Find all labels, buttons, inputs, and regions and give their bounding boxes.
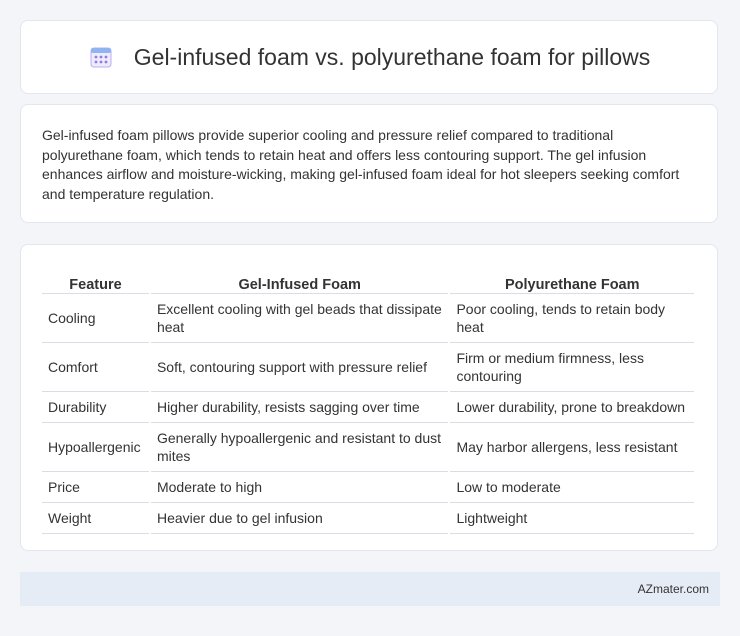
gel-cell: Excellent cooling with gel beads that di… (150, 294, 449, 343)
gel-cell: Soft, contouring support with pressure r… (150, 343, 449, 392)
feature-cell: Hypoallergenic (42, 423, 149, 472)
polyurethane-cell: Lightweight (450, 503, 694, 534)
table-row: Price Moderate to high Low to moderate (42, 472, 694, 503)
header-polyurethane-foam: Polyurethane Foam (450, 265, 694, 294)
gel-cell: Heavier due to gel infusion (150, 503, 449, 534)
header-feature: Feature (42, 265, 149, 294)
feature-cell: Weight (42, 503, 149, 534)
feature-cell: Cooling (42, 294, 149, 343)
table-row: Cooling Excellent cooling with gel beads… (42, 294, 694, 343)
feature-cell: Durability (42, 392, 149, 423)
feature-cell: Comfort (42, 343, 149, 392)
comparison-table-card: Feature Gel-Infused Foam Polyurethane Fo… (20, 244, 718, 551)
footer-bar: AZmater.com (20, 572, 720, 606)
table-row: Hypoallergenic Generally hypoallergenic … (42, 423, 694, 472)
table-row: Durability Higher durability, resists sa… (42, 392, 694, 423)
title-card: Gel-infused foam vs. polyurethane foam f… (20, 20, 718, 94)
page-title: Gel-infused foam vs. polyurethane foam f… (133, 43, 651, 70)
gel-cell: Moderate to high (150, 472, 449, 503)
calendar-icon (88, 44, 114, 70)
polyurethane-cell: Poor cooling, tends to retain body heat (450, 294, 694, 343)
polyurethane-cell: Low to moderate (450, 472, 694, 503)
table-row: Weight Heavier due to gel infusion Light… (42, 503, 694, 534)
polyurethane-cell: Firm or medium firmness, less contouring (450, 343, 694, 392)
polyurethane-cell: Lower durability, prone to breakdown (450, 392, 694, 423)
polyurethane-cell: May harbor allergens, less resistant (450, 423, 694, 472)
title-row: Gel-infused foam vs. polyurethane foam f… (88, 44, 650, 71)
comparison-table: Feature Gel-Infused Foam Polyurethane Fo… (40, 265, 696, 534)
table-row: Comfort Soft, contouring support with pr… (42, 343, 694, 392)
header-gel-infused-foam: Gel-Infused Foam (150, 265, 449, 294)
gel-cell: Generally hypoallergenic and resistant t… (150, 423, 449, 472)
intro-card: Gel-infused foam pillows provide superio… (20, 104, 718, 223)
feature-cell: Price (42, 472, 149, 503)
footer-site-name: AZmater.com (637, 582, 709, 596)
intro-text: Gel-infused foam pillows provide superio… (42, 127, 680, 202)
gel-cell: Higher durability, resists sagging over … (150, 392, 449, 423)
table-header-row: Feature Gel-Infused Foam Polyurethane Fo… (42, 265, 694, 294)
